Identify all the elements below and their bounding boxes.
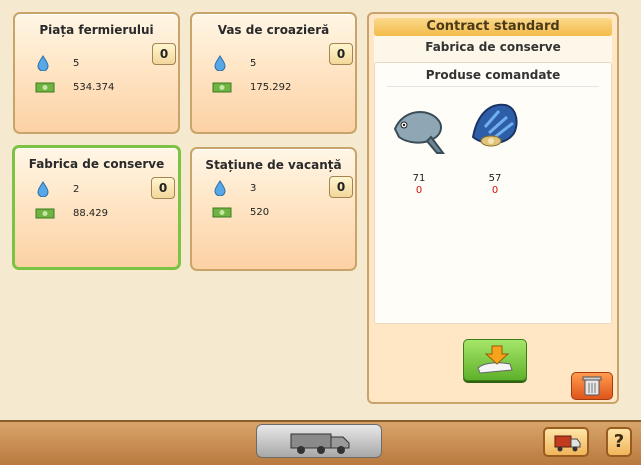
water-row: 5: [212, 54, 256, 72]
contract-panel: Contract standard Fabrica de conserve Pr…: [367, 12, 619, 404]
product-quantity: 71: [412, 173, 426, 184]
money-value: 520: [250, 206, 270, 218]
count-badge: 0: [329, 43, 353, 65]
products-title: Produse comandate: [425, 68, 561, 82]
water-drop-icon: [214, 55, 226, 71]
delivery-truck-icon: [554, 435, 581, 452]
water-row: 2: [35, 180, 79, 198]
water-row: 3: [212, 179, 256, 197]
water-value: 2: [73, 183, 80, 195]
deliver-hand-icon: [477, 345, 513, 374]
water-value: 5: [73, 57, 80, 69]
money-icon: [212, 207, 232, 218]
help-icon: ?: [613, 431, 625, 452]
money-value: 88.429: [73, 207, 108, 219]
shell-icon: [471, 103, 518, 147]
card-statiune-de-vacanta[interactable]: Stațiune de vacanță 3 520 0: [190, 147, 357, 271]
money-row: 534.374: [35, 78, 114, 96]
trash-button[interactable]: [571, 372, 613, 400]
product-quantity: 57: [488, 173, 502, 184]
divider: [387, 86, 599, 87]
truck-button[interactable]: [256, 424, 382, 458]
water-row: 5: [35, 54, 79, 72]
money-value: 534.374: [73, 81, 115, 93]
water-drop-icon: [37, 181, 49, 197]
card-vas-de-croaziera[interactable]: Vas de croazieră 5 175.292 0: [190, 12, 357, 134]
contract-header: Contract standard: [374, 18, 612, 36]
card-title: Fabrica de conserve: [28, 157, 165, 171]
product-fish[interactable]: 71 0: [389, 97, 449, 196]
money-icon: [35, 208, 55, 219]
water-drop-icon: [214, 180, 226, 196]
money-row: 88.429: [35, 204, 108, 222]
card-fabrica-de-conserve[interactable]: Fabrica de conserve 2 88.429 0: [12, 145, 181, 270]
product-remaining: 0: [491, 185, 499, 196]
card-title: Piața fermierului: [39, 23, 154, 37]
count-badge: 0: [151, 177, 175, 199]
truck-icon: [290, 433, 350, 454]
product-shell[interactable]: 57 0: [465, 97, 525, 196]
money-value: 175.292: [250, 81, 292, 93]
water-value: 5: [250, 57, 257, 69]
count-badge: 0: [329, 176, 353, 198]
water-value: 3: [250, 182, 257, 194]
trash-icon: [582, 376, 602, 396]
count-badge: 0: [152, 43, 176, 65]
money-icon: [212, 82, 232, 93]
help-button[interactable]: ?: [606, 427, 632, 457]
money-icon: [35, 82, 55, 93]
money-row: 175.292: [212, 78, 291, 96]
card-piata-fermierului[interactable]: Piața fermierului 5 534.374 0: [13, 12, 180, 134]
fish-icon: [393, 110, 445, 154]
delivery-truck-button[interactable]: [543, 427, 589, 457]
money-row: 520: [212, 203, 269, 221]
card-title: Stațiune de vacanță: [205, 158, 342, 172]
card-title: Vas de croazieră: [217, 23, 330, 37]
ordered-products-box: Produse comandate 71 0 57 0: [374, 62, 612, 324]
deliver-button[interactable]: [463, 339, 527, 381]
product-remaining: 0: [415, 185, 423, 196]
water-drop-icon: [37, 55, 49, 71]
